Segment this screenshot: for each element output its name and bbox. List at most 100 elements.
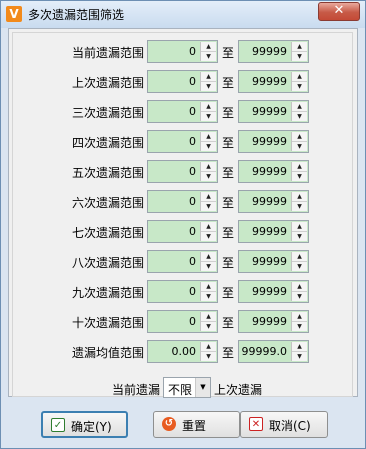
range-to-value[interactable]: 99999 — [239, 255, 291, 268]
spin-down-icon[interactable]: ▼ — [292, 52, 307, 61]
range-from-value[interactable]: 0 — [148, 45, 200, 58]
spin-up-icon[interactable]: ▲ — [292, 282, 307, 292]
range-to-value[interactable]: 99999.0 — [239, 345, 291, 358]
spin-up-icon[interactable]: ▲ — [292, 222, 307, 232]
range-from-value[interactable]: 0 — [148, 165, 200, 178]
check-icon: ✓ — [51, 418, 65, 432]
range-connector: 至 — [222, 226, 235, 240]
range-to-spinbox[interactable]: 99999 ▲ ▼ — [238, 100, 309, 123]
range-to-spinbox[interactable]: 99999 ▲ ▼ — [238, 250, 309, 273]
chevron-down-icon[interactable]: ▼ — [195, 378, 210, 397]
range-to-spinbox[interactable]: 99999 ▲ ▼ — [238, 40, 309, 63]
range-to-value[interactable]: 99999 — [239, 135, 291, 148]
range-from-value[interactable]: 0 — [148, 75, 200, 88]
range-from-spinbox[interactable]: 0 ▲ ▼ — [147, 250, 218, 273]
range-from-value[interactable]: 0 — [148, 315, 200, 328]
range-from-spinbox[interactable]: 0 ▲ ▼ — [147, 130, 218, 153]
range-to-spinbox[interactable]: 99999 ▲ ▼ — [238, 280, 309, 303]
spin-up-icon[interactable]: ▲ — [201, 162, 216, 172]
range-to-value[interactable]: 99999 — [239, 195, 291, 208]
spin-up-icon[interactable]: ▲ — [292, 252, 307, 262]
range-from-value[interactable]: 0 — [148, 285, 200, 298]
spin-down-icon[interactable]: ▼ — [292, 322, 307, 331]
spin-down-icon[interactable]: ▼ — [201, 82, 216, 91]
range-to-value[interactable]: 99999 — [239, 105, 291, 118]
range-from-spinbox[interactable]: 0 ▲ ▼ — [147, 280, 218, 303]
range-to-value[interactable]: 99999 — [239, 225, 291, 238]
spin-down-icon[interactable]: ▼ — [201, 292, 216, 301]
range-from-spinbox[interactable]: 0 ▲ ▼ — [147, 220, 218, 243]
range-from-spinbox[interactable]: 0 ▲ ▼ — [147, 70, 218, 93]
spin-up-icon[interactable]: ▲ — [201, 252, 216, 262]
range-from-value[interactable]: 0.00 — [148, 345, 200, 358]
range-from-spinbox[interactable]: 0 ▲ ▼ — [147, 190, 218, 213]
spin-down-icon[interactable]: ▼ — [292, 172, 307, 181]
spin-down-icon[interactable]: ▼ — [201, 112, 216, 121]
spin-down-icon[interactable]: ▼ — [292, 262, 307, 271]
range-to-spinbox[interactable]: 99999 ▲ ▼ — [238, 130, 309, 153]
range-to-spinbox[interactable]: 99999 ▲ ▼ — [238, 310, 309, 333]
spin-down-icon[interactable]: ▼ — [201, 262, 216, 271]
spin-up-icon[interactable]: ▲ — [292, 72, 307, 82]
title-bar[interactable]: V 多次遗漏范围筛选 ✕ — [1, 1, 365, 28]
spin-up-icon[interactable]: ▲ — [201, 222, 216, 232]
spin-down-icon[interactable]: ▼ — [292, 202, 307, 211]
spin-up-icon[interactable]: ▲ — [292, 102, 307, 112]
range-label: 九次遗漏范围 — [71, 286, 144, 300]
close-button[interactable]: ✕ — [318, 2, 360, 21]
spin-up-icon[interactable]: ▲ — [292, 162, 307, 172]
range-from-spinbox[interactable]: 0 ▲ ▼ — [147, 100, 218, 123]
reset-button[interactable]: ↺ 重置 — [153, 411, 240, 438]
spin-up-icon[interactable]: ▲ — [201, 72, 216, 82]
spin-up-icon[interactable]: ▲ — [292, 132, 307, 142]
range-from-value[interactable]: 0 — [148, 105, 200, 118]
range-from-spinbox[interactable]: 0 ▲ ▼ — [147, 310, 218, 333]
range-connector: 至 — [222, 136, 235, 150]
cancel-button[interactable]: ✕ 取消(C) — [240, 411, 328, 438]
spin-down-icon[interactable]: ▼ — [201, 172, 216, 181]
spin-down-icon[interactable]: ▼ — [201, 52, 216, 61]
spin-down-icon[interactable]: ▼ — [201, 322, 216, 331]
range-from-spinbox[interactable]: 0.00 ▲ ▼ — [147, 340, 218, 363]
spin-down-icon[interactable]: ▼ — [292, 352, 307, 361]
range-to-value[interactable]: 99999 — [239, 75, 291, 88]
range-to-spinbox[interactable]: 99999.0 ▲ ▼ — [238, 340, 309, 363]
spin-up-icon[interactable]: ▲ — [201, 312, 216, 322]
spin-up-icon[interactable]: ▲ — [201, 132, 216, 142]
spin-up-icon[interactable]: ▲ — [292, 342, 307, 352]
range-from-value[interactable]: 0 — [148, 195, 200, 208]
spin-down-icon[interactable]: ▼ — [292, 82, 307, 91]
range-to-value[interactable]: 99999 — [239, 315, 291, 328]
range-to-value[interactable]: 99999 — [239, 45, 291, 58]
ok-button[interactable]: ✓ 确定(Y) — [41, 411, 128, 438]
range-to-spinbox[interactable]: 99999 ▲ ▼ — [238, 160, 309, 183]
range-from-value[interactable]: 0 — [148, 255, 200, 268]
range-from-spinbox[interactable]: 0 ▲ ▼ — [147, 40, 218, 63]
range-to-spinbox[interactable]: 99999 ▲ ▼ — [238, 220, 309, 243]
range-from-spinbox[interactable]: 0 ▲ ▼ — [147, 160, 218, 183]
spin-down-icon[interactable]: ▼ — [292, 112, 307, 121]
spin-up-icon[interactable]: ▲ — [201, 192, 216, 202]
range-to-value[interactable]: 99999 — [239, 165, 291, 178]
range-to-spinbox[interactable]: 99999 ▲ ▼ — [238, 70, 309, 93]
spin-down-icon[interactable]: ▼ — [292, 292, 307, 301]
spin-down-icon[interactable]: ▼ — [201, 352, 216, 361]
range-to-spinbox[interactable]: 99999 ▲ ▼ — [238, 190, 309, 213]
spin-up-icon[interactable]: ▲ — [292, 312, 307, 322]
spin-down-icon[interactable]: ▼ — [201, 202, 216, 211]
spin-up-icon[interactable]: ▲ — [201, 282, 216, 292]
spin-down-icon[interactable]: ▼ — [292, 232, 307, 241]
compare-select[interactable]: 不限 ▼ — [163, 377, 211, 398]
range-from-value[interactable]: 0 — [148, 225, 200, 238]
spin-up-icon[interactable]: ▲ — [201, 42, 216, 52]
spin-up-icon[interactable]: ▲ — [292, 192, 307, 202]
spin-down-icon[interactable]: ▼ — [201, 232, 216, 241]
range-from-value[interactable]: 0 — [148, 135, 200, 148]
compare-selected-value[interactable]: 不限 — [168, 381, 192, 398]
spin-down-icon[interactable]: ▼ — [201, 142, 216, 151]
spin-down-icon[interactable]: ▼ — [292, 142, 307, 151]
spin-up-icon[interactable]: ▲ — [201, 342, 216, 352]
spin-up-icon[interactable]: ▲ — [292, 42, 307, 52]
range-to-value[interactable]: 99999 — [239, 285, 291, 298]
spin-up-icon[interactable]: ▲ — [201, 102, 216, 112]
